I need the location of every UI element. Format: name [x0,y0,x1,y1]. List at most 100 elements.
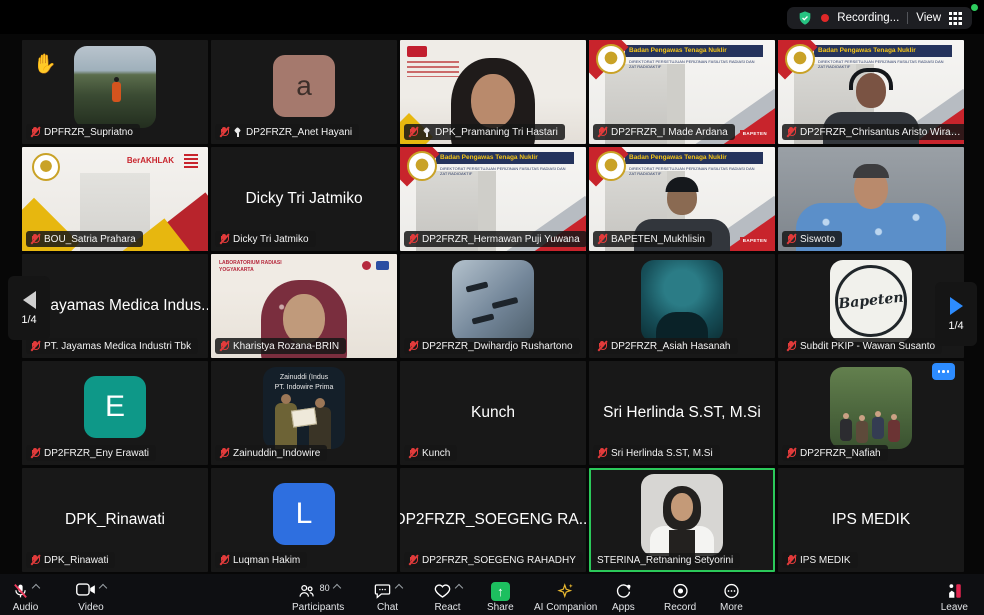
participant-tile[interactable]: Sri Herlinda S.ST, M.Si Sri Herlinda S.S… [589,361,775,465]
participant-tile[interactable]: Kunch Kunch [400,361,586,465]
participant-tile[interactable]: BerAKHLAK BOU_Satria Prahara [22,147,208,251]
garuda-logo [596,44,626,74]
view-button[interactable]: View [916,12,941,24]
gallery-view-icon[interactable] [949,12,962,25]
ai-companion-button[interactable]: AI Companion [534,582,597,613]
participant-tile[interactable]: a DP2FRZR_Anet Hayani [211,40,397,144]
video-button[interactable]: Video [76,582,106,613]
pin-icon [233,127,242,138]
record-button[interactable]: Record [664,582,696,613]
garuda-logo [407,151,437,181]
name-label: DP2FRZR_Eny Erawati [26,445,156,461]
participant-tile[interactable]: Zainuddi (Indus PT. Indowire Prima Zainu… [211,361,397,465]
name-label: DP2FRZR_Asiah Hasanah [593,338,738,354]
avatar: E [84,376,146,438]
page-indicator: 1/4 [948,320,963,332]
brin-logo [362,261,371,270]
name-label: BAPETEN_Mukhlisin [593,231,712,247]
chevron-up-icon[interactable] [332,584,340,592]
camera-active-dot [971,4,978,11]
arrow-right-icon[interactable] [950,297,963,315]
participants-button[interactable]: 80 Participants [292,582,344,613]
audio-button[interactable]: Audio [12,582,39,613]
muted-mic-icon [408,447,418,459]
muted-mic-icon [786,447,796,459]
avatar: a [273,55,335,117]
participant-video [74,46,156,128]
muted-mic-icon [786,340,796,352]
participant-tile[interactable]: Siswoto [778,147,964,251]
participant-tile[interactable]: E DP2FRZR_Eny Erawati [22,361,208,465]
apps-icon [614,582,633,600]
pin-icon [422,127,431,138]
participant-tile[interactable]: Badan Pengawas Tenaga Nuklir DIREKTORAT … [400,147,586,251]
name-label: Sri Herlinda S.ST, M.Si [593,445,720,461]
chevron-up-icon[interactable] [455,584,463,592]
participant-tile[interactable]: LABORATORIUM RADIASI YOGYAKARTA Kharisty… [211,254,397,358]
chat-button[interactable]: Chat [373,582,402,613]
chevron-up-icon[interactable] [32,584,40,592]
participant-tile[interactable]: L Luqman Hakim [211,468,397,572]
record-icon [671,582,690,600]
participants-gallery: ✋ DPFRZR_Supriatno a DP2FRZR_Anet Hayani… [22,40,964,572]
profile-photo [641,474,723,556]
previous-page-button[interactable]: 1/4 [8,276,50,340]
muted-mic-icon [786,554,796,566]
participant-video: Zainuddi (Indus PT. Indowire Prima [263,367,345,449]
security-shield-icon[interactable] [797,10,813,26]
participant-tile[interactable]: DPK_Rinawati DPK_Rinawati [22,468,208,572]
muted-mic-icon [597,126,607,138]
name-label: DP2FRZR_Anet Hayani [215,124,359,140]
participant-tile[interactable]: ✋ DPFRZR_Supriatno [22,40,208,144]
divider [907,12,908,24]
berakhlak-logo: BerAKHLAK [127,156,174,165]
participant-tile-active-speaker[interactable]: STERINA_Retnaning Setyorini [589,468,775,572]
name-label: BOU_Satria Prahara [26,231,143,247]
name-label: DP2FRZR_Dwihardjo Rushartono [404,338,580,354]
muted-mic-icon [408,554,418,566]
avatar: L [273,483,335,545]
meeting-toolbar: Audio Video 80 Participants [0,574,984,615]
name-label: Subdit PKIP - Wawan Susanto [782,338,942,354]
react-button[interactable]: React [433,582,462,613]
participant-tile[interactable]: DP2FRZR_SOEGENG RA... DP2FRZR_SOEGENG RA… [400,468,586,572]
chevron-up-icon[interactable] [99,584,107,592]
participant-tile[interactable]: Badan Pengawas Tenaga Nuklir DIREKTORAT … [778,40,964,144]
participant-tile[interactable]: Dicky Tri Jatmiko Dicky Tri Jatmiko [211,147,397,251]
chevron-up-icon[interactable] [395,584,403,592]
muted-mic-icon [408,126,418,138]
participant-tile[interactable]: DP2FRZR_Dwihardjo Rushartono [400,254,586,358]
name-label: DP2FRZR_SOEGENG RAHADHY [404,552,583,568]
share-screen-icon: ↑ [491,582,510,601]
arrow-left-icon[interactable] [23,291,36,309]
participant-tile[interactable]: DP2FRZR_Asiah Hasanah [589,254,775,358]
name-label: PT. Jayamas Medica Industri Tbk [26,338,198,354]
leave-button[interactable]: Leave [941,582,968,613]
raised-hand-icon: ✋ [33,52,57,76]
participant-tile[interactable]: Badan Pengawas Tenaga Nuklir DIREKTORAT … [589,147,775,251]
share-button[interactable]: ↑ Share [487,582,514,613]
more-dots-badge[interactable] [932,363,955,380]
page-indicator: 1/4 [21,314,36,326]
apps-button[interactable]: Apps [612,582,635,613]
meeting-status-pill: Recording... View [787,7,972,29]
mic-muted-icon [12,582,29,600]
participant-tile[interactable]: IPS MEDIK IPS MEDIK [778,468,964,572]
next-page-button[interactable]: 1/4 [935,282,977,346]
profile-photo [830,367,912,449]
muted-mic-icon [786,126,796,138]
name-label: IPS MEDIK [782,552,858,568]
muted-mic-icon [597,233,607,245]
muted-mic-icon [219,126,229,138]
name-label: DP2FRZR_Nafiah [782,445,888,461]
recording-status[interactable]: Recording... [837,12,899,24]
muted-mic-icon [219,233,229,245]
muted-mic-icon [597,340,607,352]
name-label: DPK_Pramaning Tri Hastari [404,124,565,140]
participant-tile[interactable]: Badan Pengawas Tenaga Nuklir DIREKTORAT … [589,40,775,144]
participants-count: 80 [320,583,330,593]
muted-mic-icon [408,340,418,352]
participant-tile[interactable]: DPK_Pramaning Tri Hastari [400,40,586,144]
more-button[interactable]: More [720,582,743,613]
recording-dot-icon [821,14,829,22]
